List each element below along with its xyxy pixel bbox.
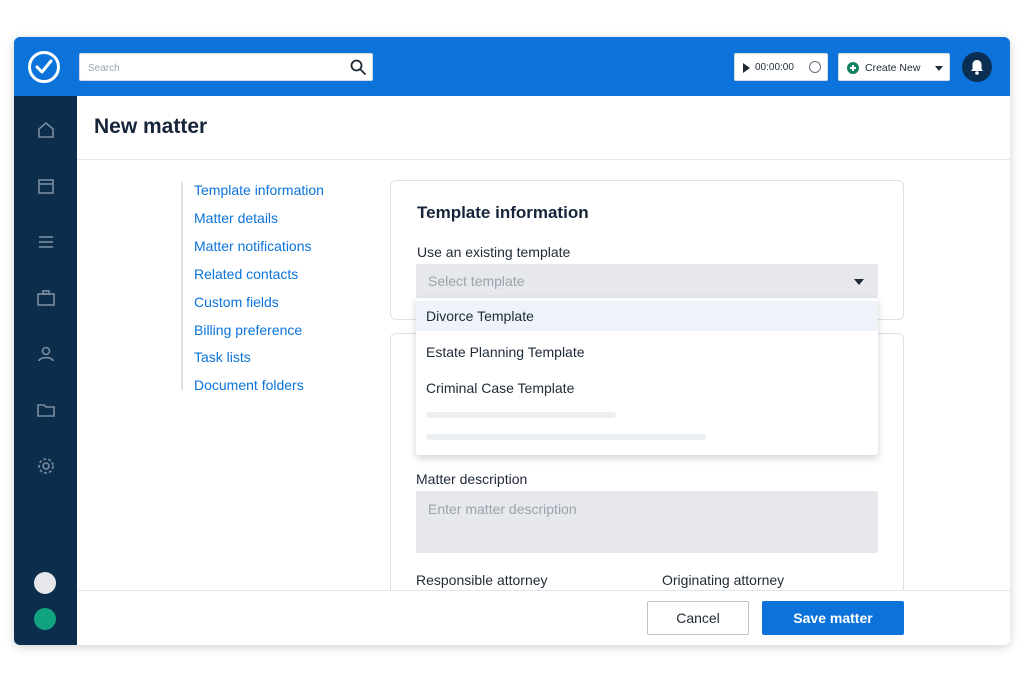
option-estate-planning-template[interactable]: Estate Planning Template	[416, 337, 878, 367]
section-nav: Template information Matter details Matt…	[181, 182, 371, 393]
plus-circle-icon	[847, 62, 859, 74]
page-title: New matter	[94, 115, 208, 138]
person-icon[interactable]	[36, 344, 56, 364]
nav-matter-details[interactable]: Matter details	[194, 210, 278, 226]
select-placeholder: Select template	[428, 273, 525, 289]
chevron-down-icon	[854, 279, 864, 285]
template-dropdown: Divorce Template Estate Planning Templat…	[416, 298, 878, 455]
footer-bar: Cancel Save matter	[77, 590, 1010, 645]
calendar-icon[interactable]	[36, 176, 56, 196]
originating-attorney-label: Originating attorney	[662, 572, 785, 588]
save-matter-button[interactable]: Save matter	[762, 601, 904, 635]
card-title: Template information	[417, 203, 589, 222]
nav-related-contacts[interactable]: Related contacts	[194, 266, 298, 282]
check-circle-icon[interactable]	[28, 51, 60, 83]
nav-task-lists[interactable]: Task lists	[194, 349, 251, 365]
play-icon	[743, 63, 750, 73]
gear-icon[interactable]	[36, 456, 56, 476]
briefcase-icon[interactable]	[36, 288, 56, 308]
avatar-status[interactable]	[34, 608, 56, 630]
option-divorce-template[interactable]: Divorce Template	[416, 301, 878, 331]
search-box	[79, 53, 373, 81]
top-bar: 00:00:00 Create New	[14, 37, 1010, 96]
nav-custom-fields[interactable]: Custom fields	[194, 294, 279, 310]
list-icon[interactable]	[36, 232, 56, 252]
nav-matter-notifications[interactable]: Matter notifications	[194, 238, 312, 254]
nav-billing-preference[interactable]: Billing preference	[194, 322, 302, 338]
loading-placeholder	[426, 412, 616, 418]
home-icon[interactable]	[36, 120, 56, 140]
search-input[interactable]	[88, 60, 338, 76]
cancel-button[interactable]: Cancel	[647, 601, 749, 635]
clock-icon	[809, 61, 821, 73]
create-new-button[interactable]: Create New	[838, 53, 950, 81]
create-new-label: Create New	[865, 62, 921, 74]
timer-value: 00:00:00	[755, 62, 794, 73]
header-divider	[77, 159, 1010, 160]
chevron-down-icon	[935, 66, 943, 71]
bell-icon[interactable]	[962, 52, 992, 82]
nav-template-information[interactable]: Template information	[194, 182, 324, 198]
timer-button[interactable]: 00:00:00	[734, 53, 828, 81]
avatar[interactable]	[34, 572, 56, 594]
description-input[interactable]	[416, 491, 878, 553]
template-select[interactable]: Select template	[416, 264, 878, 298]
app-window: 00:00:00 Create New	[14, 37, 1010, 645]
template-field-label: Use an existing template	[417, 244, 571, 260]
sidebar	[14, 96, 77, 645]
nav-document-folders[interactable]: Document folders	[194, 377, 304, 393]
description-label: Matter description	[416, 471, 528, 487]
option-criminal-case-template[interactable]: Criminal Case Template	[416, 373, 878, 403]
loading-placeholder	[426, 434, 706, 440]
folder-icon[interactable]	[36, 400, 56, 420]
responsible-attorney-label: Responsible attorney	[416, 572, 548, 588]
search-icon[interactable]	[350, 59, 366, 80]
